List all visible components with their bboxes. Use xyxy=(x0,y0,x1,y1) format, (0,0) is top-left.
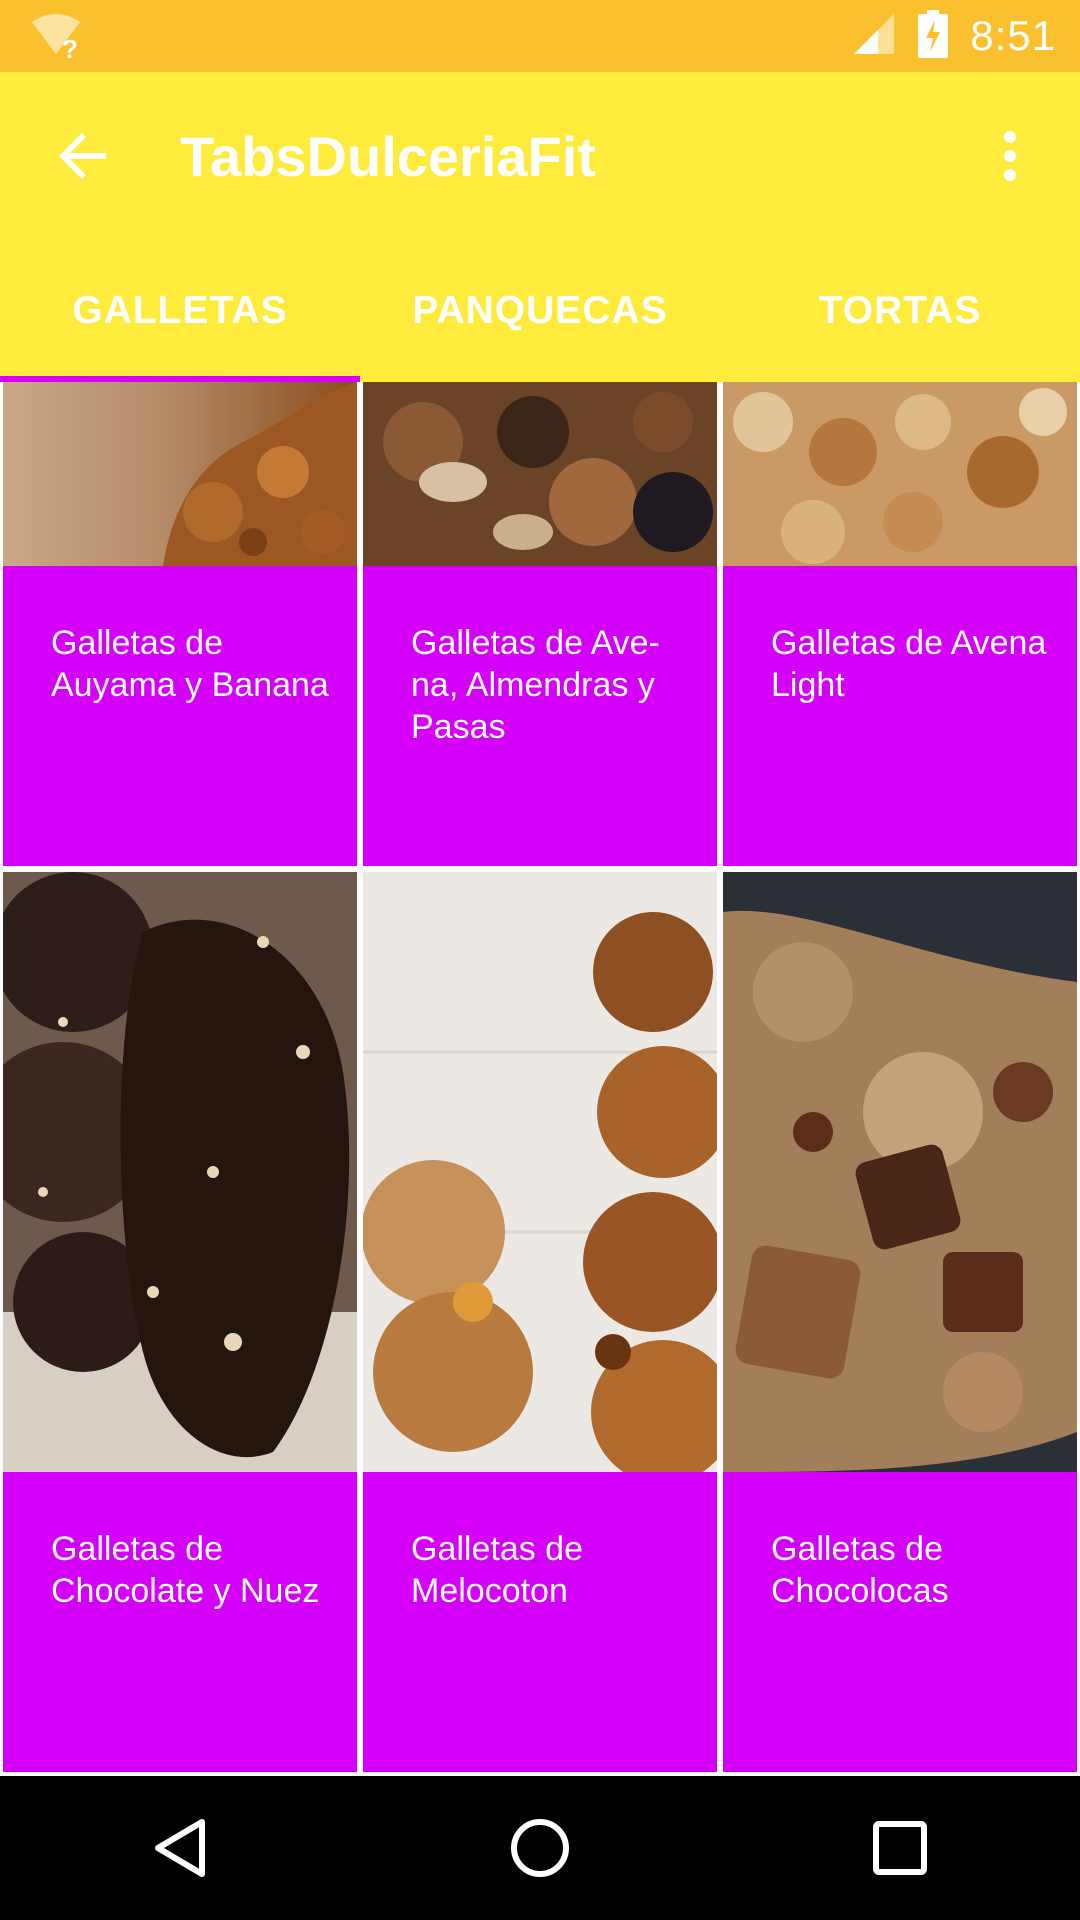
recipe-photo xyxy=(723,872,1077,1472)
recipe-label-box: Galletas de Avena Light xyxy=(723,566,1077,866)
recipe-grid: Galletas de Auyama y Banana Galletas de … xyxy=(0,382,1080,1774)
recipe-title: Galletas de Ave-na, Almendras y Pasas xyxy=(411,624,660,746)
tab-tortas[interactable]: TORTAS xyxy=(720,240,1080,382)
more-vert-icon xyxy=(1004,131,1016,181)
recipe-photo xyxy=(363,872,717,1472)
toolbar: TabsDulceriaFit xyxy=(0,72,1080,240)
nav-back-button[interactable] xyxy=(120,1788,240,1908)
nav-home-icon xyxy=(511,1819,569,1877)
recipe-card[interactable]: Galletas de Ave-na, Almendras y Pasas xyxy=(363,382,717,866)
recipe-card[interactable]: Galletas de Chocolate y Nuez xyxy=(3,872,357,1772)
recipe-title: Galletas de Avena Light xyxy=(771,624,1047,704)
tab-panquecas[interactable]: PANQUECAS xyxy=(360,240,720,382)
recipe-label-box: Galletas de Melocoton xyxy=(363,1472,717,1772)
recipe-label-box: Galletas de Ave-na, Almendras y Pasas xyxy=(363,566,717,866)
recipe-label-box: Galletas de Auyama y Banana xyxy=(3,566,357,866)
recipe-title: Galletas de Auyama y Banana xyxy=(51,624,329,704)
nav-recents-button[interactable] xyxy=(840,1788,960,1908)
recipe-card[interactable]: Galletas de Avena Light xyxy=(723,382,1077,866)
nav-recents-icon xyxy=(873,1821,927,1875)
recipe-photo xyxy=(723,382,1077,566)
recipe-photo xyxy=(3,382,357,566)
back-button[interactable] xyxy=(52,124,116,188)
recipe-photo xyxy=(3,872,357,1472)
recipe-label-box: Galletas de Chocolate y Nuez xyxy=(3,1472,357,1772)
nav-back-icon xyxy=(155,1819,205,1877)
recipe-photo xyxy=(363,382,717,566)
recipe-label-box: Galletas de Chocolocas xyxy=(723,1472,1077,1772)
app-title: TabsDulceriaFit xyxy=(180,125,596,188)
wifi-unknown-icon: ? xyxy=(28,12,84,64)
recipe-card[interactable]: Galletas de Chocolocas xyxy=(723,872,1077,1772)
tab-bar: GALLETAS PANQUECAS TORTAS xyxy=(0,240,1080,382)
status-bar: ? 8:51 xyxy=(0,0,1080,72)
recipe-title: Galletas de Chocolocas xyxy=(771,1530,949,1610)
overflow-menu-button[interactable] xyxy=(978,124,1042,188)
battery-charging-icon xyxy=(918,9,949,63)
recipe-title: Galletas de Melocoton xyxy=(411,1530,583,1610)
clock: 8:51 xyxy=(970,12,1056,59)
app-bar: TabsDulceriaFit GALLETAS PANQUECAS TORTA… xyxy=(0,72,1080,382)
recipe-card[interactable]: Galletas de Melocoton xyxy=(363,872,717,1772)
recipe-title: Galletas de Chocolate y Nuez xyxy=(51,1530,320,1610)
system-nav-bar xyxy=(0,1776,1080,1920)
cell-signal-icon xyxy=(852,12,896,61)
nav-home-button[interactable] xyxy=(480,1788,600,1908)
recipe-card[interactable]: Galletas de Auyama y Banana xyxy=(3,382,357,866)
arrow-back-icon xyxy=(59,133,106,179)
svg-text:?: ? xyxy=(62,34,78,60)
tab-galletas[interactable]: GALLETAS xyxy=(0,240,360,382)
